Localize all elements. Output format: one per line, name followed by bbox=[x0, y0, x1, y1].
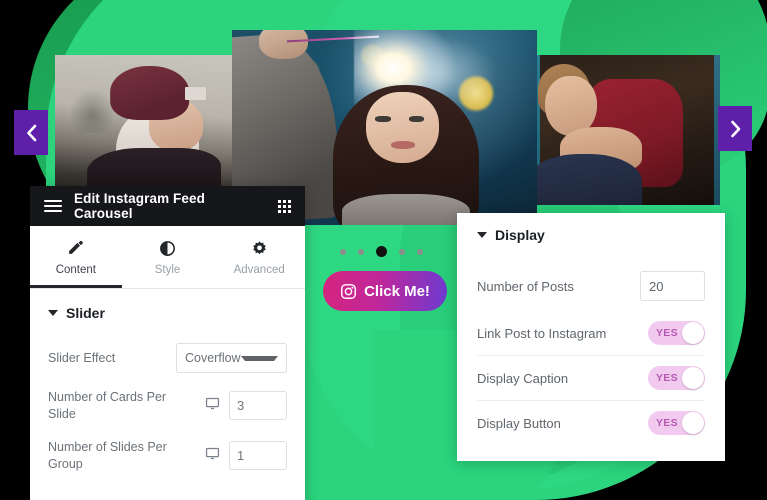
slider-section: Slider Slider Effect Coverflow Number of… bbox=[30, 289, 305, 500]
caret-down-icon bbox=[477, 232, 487, 238]
page-title: Edit Instagram Feed Carousel bbox=[74, 191, 205, 221]
label-display-button: Display Button bbox=[477, 415, 561, 431]
carousel-dot[interactable] bbox=[417, 248, 423, 255]
editor-tabs: Content Style Advanced bbox=[30, 226, 305, 289]
tab-advanced[interactable]: Advanced bbox=[213, 226, 305, 288]
slider-section-header[interactable]: Slider bbox=[48, 305, 287, 321]
slider-effect-value: Coverflow bbox=[185, 351, 241, 365]
row-display-caption: Display Caption YES bbox=[477, 355, 705, 400]
chevron-right-icon bbox=[730, 120, 740, 137]
display-button-toggle[interactable]: YES bbox=[648, 411, 705, 435]
desktop-icon[interactable] bbox=[205, 446, 220, 466]
link-post-toggle[interactable]: YES bbox=[648, 321, 705, 345]
contrast-icon bbox=[122, 238, 214, 258]
toggle-knob bbox=[682, 412, 704, 434]
pencil-icon bbox=[30, 238, 122, 258]
row-link-post-to-instagram: Link Post to Instagram YES bbox=[477, 311, 705, 355]
slides-per-group-input[interactable] bbox=[229, 441, 287, 471]
tab-style[interactable]: Style bbox=[122, 226, 214, 288]
cards-per-slide-input[interactable] bbox=[229, 391, 287, 421]
click-me-label: Click Me! bbox=[364, 282, 430, 300]
field-label-slider-effect: Slider Effect bbox=[48, 350, 116, 365]
hamburger-icon[interactable] bbox=[44, 200, 62, 212]
tab-content-label: Content bbox=[55, 264, 96, 276]
toggle-knob bbox=[682, 367, 704, 389]
grid-icon[interactable] bbox=[278, 199, 291, 213]
slider-effect-select[interactable]: Coverflow bbox=[176, 343, 287, 373]
carousel-dot[interactable] bbox=[358, 248, 364, 255]
carousel-pagination[interactable] bbox=[340, 246, 423, 257]
tab-advanced-label: Advanced bbox=[233, 264, 285, 276]
editor-panel: Edit Instagram Feed Carousel Content Sty… bbox=[30, 186, 305, 500]
desktop-icon[interactable] bbox=[205, 396, 220, 416]
carousel-dot-active[interactable] bbox=[376, 246, 387, 257]
field-slides-per-group: Number of Slides Per Group bbox=[48, 439, 287, 473]
carousel-slide-left[interactable] bbox=[55, 55, 235, 205]
click-me-button[interactable]: Click Me! bbox=[323, 271, 447, 311]
link-post-toggle-value: YES bbox=[656, 327, 678, 339]
carousel-next-button[interactable] bbox=[718, 106, 752, 151]
field-label-slides-per-group: Number of Slides Per Group bbox=[48, 439, 167, 471]
instagram-icon bbox=[341, 283, 356, 299]
carousel-dot[interactable] bbox=[399, 248, 405, 255]
toggle-knob bbox=[682, 322, 704, 344]
gear-icon bbox=[213, 238, 305, 258]
tab-style-label: Style bbox=[154, 264, 181, 276]
label-number-of-posts: Number of Posts bbox=[477, 278, 574, 294]
editor-panel-header: Edit Instagram Feed Carousel bbox=[30, 186, 305, 226]
label-link-post-to-instagram: Link Post to Instagram bbox=[477, 325, 607, 341]
display-panel: Display Number of Posts Link Post to Ins… bbox=[457, 213, 725, 461]
carousel-dot[interactable] bbox=[340, 248, 346, 255]
field-slider-effect: Slider Effect Coverflow bbox=[48, 343, 287, 373]
number-of-posts-input[interactable] bbox=[640, 271, 705, 301]
chevron-down-icon bbox=[240, 355, 278, 361]
display-button-toggle-value: YES bbox=[656, 417, 678, 429]
display-caption-toggle-value: YES bbox=[656, 372, 678, 384]
screenshot-stage: Click Me! Edit Instagram Feed Carousel C bbox=[0, 0, 767, 500]
row-number-of-posts: Number of Posts bbox=[477, 261, 705, 311]
tab-content[interactable]: Content bbox=[30, 226, 122, 288]
display-caption-toggle[interactable]: YES bbox=[648, 366, 705, 390]
caret-down-icon bbox=[48, 310, 58, 316]
label-display-caption: Display Caption bbox=[477, 370, 569, 386]
field-label-cards-per-slide: Number of Cards Per Slide bbox=[48, 390, 167, 421]
slider-section-title: Slider bbox=[66, 305, 105, 321]
field-cards-per-slide: Number of Cards Per Slide bbox=[48, 389, 287, 423]
row-display-button: Display Button YES bbox=[477, 400, 705, 445]
carousel-prev-button[interactable] bbox=[14, 110, 48, 155]
display-section-title: Display bbox=[495, 227, 545, 243]
carousel-slide-right[interactable] bbox=[534, 55, 720, 205]
chevron-left-icon bbox=[26, 124, 36, 141]
display-section-header[interactable]: Display bbox=[477, 227, 705, 243]
